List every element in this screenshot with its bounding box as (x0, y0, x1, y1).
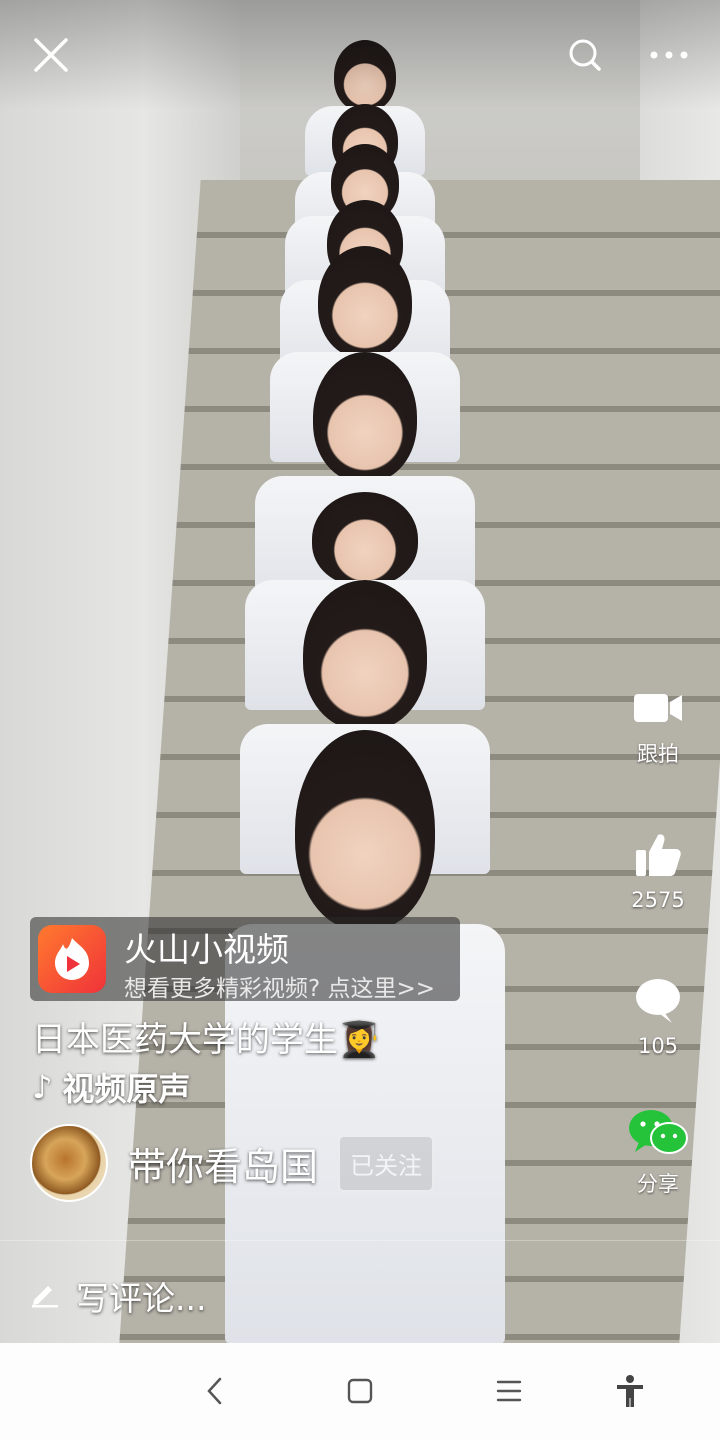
thumbs-up-icon (634, 834, 682, 882)
close-icon[interactable] (28, 32, 74, 78)
like-count: 2575 (631, 888, 685, 912)
comment-input[interactable]: 写评论... (30, 1272, 206, 1320)
shoot-same-button[interactable]: 跟拍 (618, 688, 698, 768)
shoot-same-label: 跟拍 (637, 742, 679, 766)
music-title: 视频原声 (62, 1070, 191, 1108)
more-icon[interactable] (646, 32, 692, 78)
music-info[interactable]: ♪ 视频原声 (32, 1064, 190, 1110)
follow-button[interactable]: 已关注 (338, 1134, 435, 1192)
promo-app-name: 火山小视频 (124, 930, 289, 969)
like-button[interactable]: 2575 (618, 832, 698, 912)
author-name[interactable]: 带你看岛国 (128, 1136, 318, 1191)
promo-subtitle: 想看更多精彩视频? 点这里>> (124, 976, 436, 1002)
app-promo-banner[interactable]: 火山小视频 想看更多精彩视频? 点这里>> (30, 917, 460, 1002)
accessibility-icon[interactable] (608, 1369, 652, 1413)
huoshan-logo-icon (38, 925, 106, 993)
comment-placeholder: 写评论... (76, 1279, 207, 1318)
menu-lines-icon[interactable] (487, 1369, 531, 1413)
video-camera-icon (632, 694, 684, 732)
share-button[interactable]: 分享 (618, 1108, 698, 1198)
share-label: 分享 (637, 1172, 679, 1196)
home-square-icon[interactable] (338, 1369, 382, 1413)
search-icon[interactable] (562, 32, 608, 78)
back-chevron-icon[interactable] (192, 1369, 236, 1413)
comment-bubble-icon (634, 979, 682, 1028)
author-row: 带你看岛国 已关注 (30, 1124, 435, 1202)
comment-count: 105 (637, 1034, 679, 1058)
comment-divider (0, 1240, 720, 1241)
comment-button[interactable]: 105 (618, 978, 698, 1058)
video-caption: 日本医药大学的学生👩‍🎓 (32, 1012, 380, 1061)
author-avatar[interactable] (30, 1124, 108, 1202)
pencil-icon (30, 1277, 60, 1316)
system-nav-bar (0, 1343, 720, 1440)
video-caption-text: 日本医药大学的学生 (32, 1020, 338, 1060)
top-bar (0, 0, 720, 110)
music-note-icon: ♪ (32, 1068, 53, 1106)
wechat-icon (627, 1110, 689, 1162)
student-emoji-icon: 👩‍🎓 (338, 1020, 381, 1060)
